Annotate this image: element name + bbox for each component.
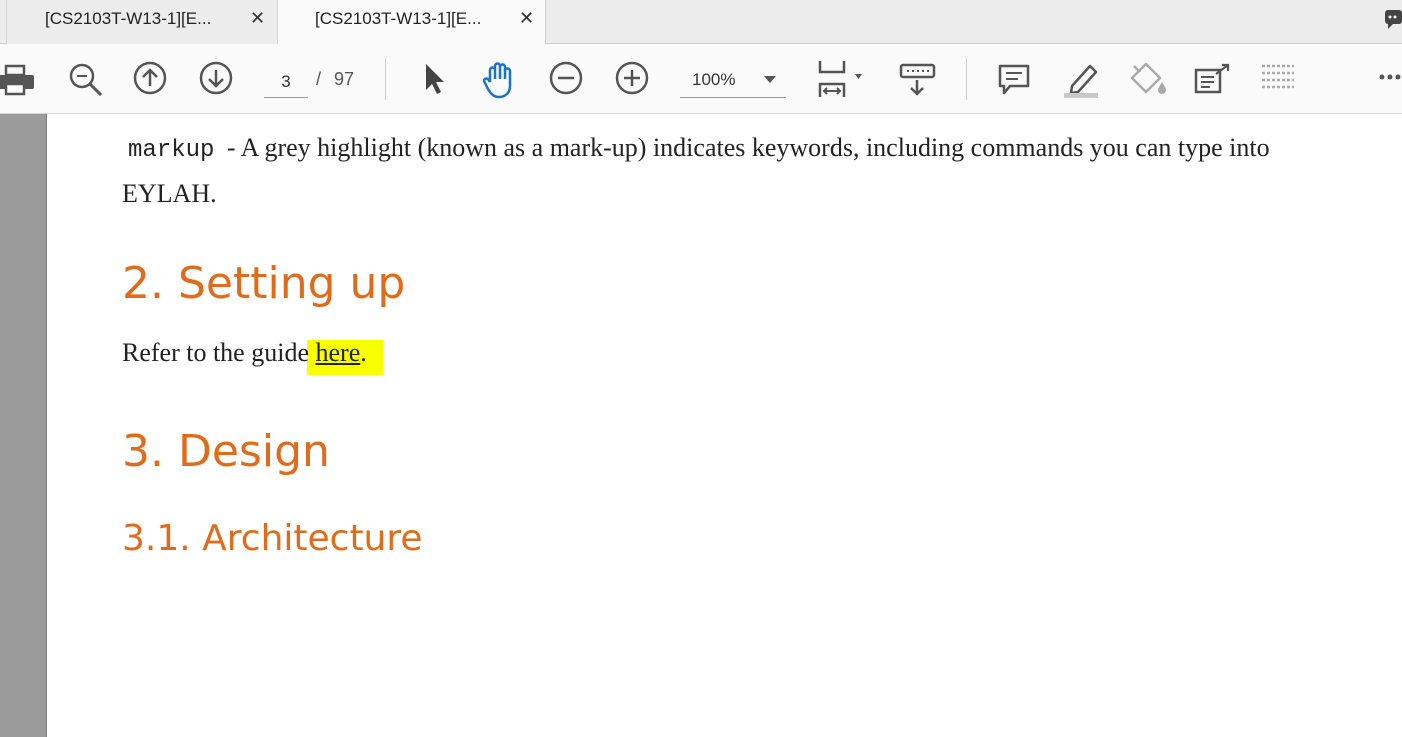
page-total: 97 [334, 69, 355, 89]
page-up-icon[interactable] [132, 60, 168, 96]
overflow-menu-icon[interactable] [1378, 72, 1402, 82]
search-zoom-icon[interactable] [66, 60, 104, 98]
highlight-pen-icon[interactable] [1062, 60, 1102, 100]
chat-icon[interactable] [1384, 7, 1402, 31]
markup-code: markup [122, 137, 221, 164]
print-icon[interactable] [0, 62, 36, 98]
select-arrow-icon[interactable] [420, 60, 450, 98]
page-down-icon[interactable] [198, 60, 234, 96]
here-link[interactable]: here [316, 338, 361, 367]
page-number-input[interactable] [264, 67, 308, 98]
heading-architecture: 3.1. Architecture [122, 518, 423, 559]
close-icon[interactable]: ✕ [250, 8, 265, 29]
chevron-down-icon [764, 76, 776, 83]
zoom-in-icon[interactable] [614, 60, 650, 96]
more-tools-icon[interactable] [1260, 64, 1296, 96]
markup-description: - A grey highlight (known as a mark-up) … [122, 133, 1270, 208]
page-separator: / [316, 69, 322, 89]
refer-paragraph: Refer to the guide here. [122, 338, 367, 368]
document-tab-1[interactable]: [CS2103T-W13-1][E... ✕ [6, 0, 278, 44]
heading-design: 3. Design [122, 426, 330, 477]
refer-suffix: . [360, 338, 367, 367]
tab-strip: [CS2103T-W13-1][E... ✕ [CS2103T-W13-1][E… [0, 0, 1402, 45]
heading-setting-up: 2. Setting up [122, 258, 406, 309]
fit-page-icon[interactable] [815, 58, 871, 100]
share-export-icon[interactable] [1194, 62, 1234, 98]
fill-sign-icon[interactable] [1128, 60, 1170, 100]
tab-title: [CS2103T-W13-1][E... [45, 9, 212, 28]
toolbar: / 97 100% [0, 44, 1402, 114]
document-tab-2-active[interactable]: [CS2103T-W13-1][E... ✕ [278, 0, 546, 45]
hand-icon[interactable] [480, 60, 520, 100]
left-side-panel [0, 114, 47, 737]
refer-prefix: Refer to the guid [122, 338, 298, 367]
zoom-value: 100% [692, 70, 736, 89]
zoom-dropdown[interactable]: 100% [680, 64, 786, 98]
scroll-mode-icon[interactable] [898, 62, 938, 98]
refer-e: e [297, 338, 309, 367]
close-icon[interactable]: ✕ [519, 8, 534, 29]
divider [385, 58, 386, 100]
comment-icon[interactable] [996, 62, 1032, 98]
markup-description-paragraph: markup - A grey highlight (known as a ma… [122, 126, 1332, 215]
zoom-out-icon[interactable] [548, 60, 584, 96]
tab-title: [CS2103T-W13-1][E... [315, 9, 482, 28]
divider [966, 58, 967, 100]
